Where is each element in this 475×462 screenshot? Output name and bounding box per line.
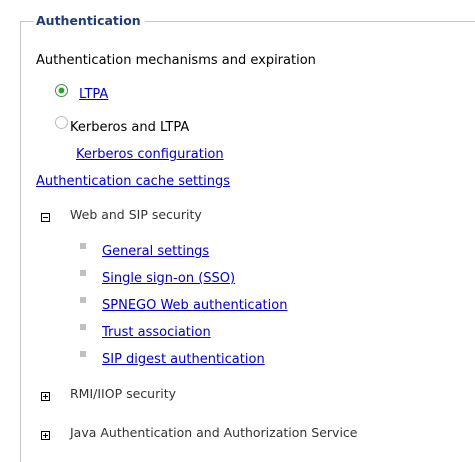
section-title: Authentication xyxy=(34,13,145,28)
trust-association-link[interactable]: Trust association xyxy=(102,325,211,340)
ltpa-link[interactable]: LTPA xyxy=(79,87,108,102)
kerberos-ltpa-label: Kerberos and LTPA xyxy=(70,120,190,135)
bullet-icon xyxy=(80,297,86,303)
bullet-icon xyxy=(80,243,86,249)
ltpa-radio[interactable] xyxy=(55,84,68,97)
mechanisms-heading: Authentication mechanisms and expiration xyxy=(36,53,316,68)
bullet-icon xyxy=(80,351,86,357)
expand-rmi-iiop-icon[interactable] xyxy=(41,392,50,401)
rmi-iiop-security-label: RMI/IIOP security xyxy=(70,386,176,401)
authentication-cache-settings-link[interactable]: Authentication cache settings xyxy=(36,174,230,189)
collapse-web-sip-icon[interactable] xyxy=(41,213,50,222)
web-sip-security-label: Web and SIP security xyxy=(70,207,202,222)
single-sign-on-link[interactable]: Single sign-on (SSO) xyxy=(102,271,235,286)
expand-jaas-icon[interactable] xyxy=(41,431,50,440)
bullet-icon xyxy=(80,324,86,330)
sip-digest-authentication-link[interactable]: SIP digest authentication xyxy=(102,352,265,367)
kerberos-configuration-link[interactable]: Kerberos configuration xyxy=(76,147,224,162)
jaas-label: Java Authentication and Authorization Se… xyxy=(70,425,358,440)
kerberos-ltpa-radio[interactable] xyxy=(55,116,68,129)
spnego-web-authentication-link[interactable]: SPNEGO Web authentication xyxy=(102,298,287,313)
general-settings-link[interactable]: General settings xyxy=(102,244,209,259)
bullet-icon xyxy=(80,270,86,276)
